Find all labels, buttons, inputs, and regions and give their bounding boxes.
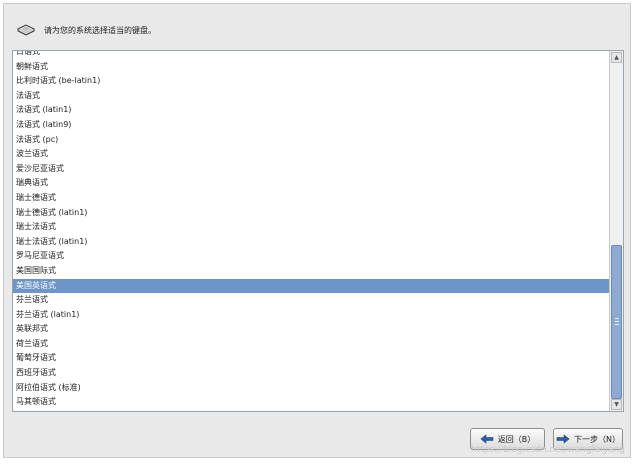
list-item[interactable]: 法语式 (latin1)	[13, 103, 610, 118]
list-item[interactable]: 荷兰语式	[13, 337, 610, 352]
next-button-label: 下一步（N）	[574, 434, 620, 444]
arrow-right-icon	[556, 434, 570, 444]
list-item[interactable]: 瑞士法语式 (latin1)	[13, 235, 610, 250]
list-item[interactable]: 法语式 (pc)	[13, 133, 610, 148]
list-item[interactable]: 美国英语式	[13, 278, 610, 294]
list-item[interactable]: 瑞士德语式 (latin1)	[13, 206, 610, 221]
list-item[interactable]: 法语式 (latin9)	[13, 118, 610, 133]
back-button-label: 返回（B）	[497, 434, 536, 444]
list-item[interactable]: 马其顿语式	[13, 395, 610, 410]
list-item[interactable]: 瑞士法语式	[13, 220, 610, 235]
list-item[interactable]: 阿拉伯语式 (标准)	[13, 381, 610, 396]
list-item[interactable]: 芬兰语式	[13, 293, 610, 308]
keyboard-list-items: 日语式 朝鲜语式 比利时语式 (be-latin1) 法语式 法语式 (latin1) 法…	[13, 51, 610, 410]
list-item[interactable]: 比利时语式 (be-latin1)	[13, 74, 610, 89]
list-item[interactable]: 瑞士德语式	[13, 191, 610, 206]
scrollbar-thumb[interactable]	[611, 245, 622, 399]
next-button[interactable]: 下一步（N）	[553, 428, 623, 450]
keyboard-icon	[16, 24, 36, 36]
list-item[interactable]: 朝鲜语式	[13, 60, 610, 75]
list-item[interactable]: 美国国际式	[13, 264, 610, 279]
keyboard-list[interactable]: 日语式 朝鲜语式 比利时语式 (be-latin1) 法语式 法语式 (latin1) 法…	[12, 50, 624, 412]
scroll-down-button[interactable]: ▼	[611, 399, 622, 410]
page-prompt: 请为您的系统选择适当的键盘。	[44, 25, 156, 35]
list-item[interactable]: 罗马尼亚语式	[13, 249, 610, 264]
list-item[interactable]: 波兰语式	[13, 147, 610, 162]
vertical-scrollbar[interactable]: ▲ ▼	[609, 51, 623, 411]
list-item[interactable]: 英联邦式	[13, 322, 610, 337]
list-item[interactable]: 葡萄牙语式	[13, 351, 610, 366]
list-item[interactable]: 法语式	[13, 89, 610, 104]
arrow-left-icon	[480, 434, 494, 444]
back-button[interactable]: 返回（B）	[470, 428, 545, 450]
scroll-up-button[interactable]: ▲	[611, 52, 622, 63]
list-item[interactable]: 西班牙语式	[13, 366, 610, 381]
list-item[interactable]: 日语式	[13, 51, 610, 60]
list-item[interactable]: 芬兰语式 (latin1)	[13, 308, 610, 323]
header: 请为您的系统选择适当的键盘。	[16, 18, 156, 42]
list-item[interactable]: 爱沙尼亚语式	[13, 162, 610, 177]
list-item[interactable]: 瑞典语式	[13, 176, 610, 191]
